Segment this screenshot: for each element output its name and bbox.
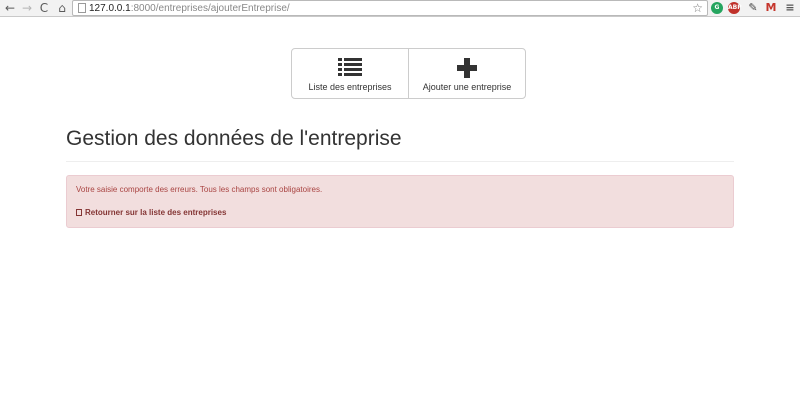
back-arrow-icon — [76, 209, 82, 216]
alert-message: Votre saisie comporte des erreurs. Tous … — [76, 185, 323, 194]
back-to-list-label: Retourner sur la liste des entreprises — [85, 208, 227, 217]
page-icon — [78, 3, 86, 13]
add-entreprise-button[interactable]: Ajouter une entreprise — [408, 49, 525, 98]
error-alert: Votre saisie comporte des erreurs. Tous … — [66, 175, 734, 228]
bookmark-star-icon[interactable]: ☆ — [692, 1, 703, 15]
list-entreprises-button[interactable]: Liste des entreprises — [292, 49, 408, 98]
entreprise-actions: Liste des entreprises Ajouter une entrep… — [291, 48, 526, 99]
gmail-icon[interactable]: M — [765, 2, 777, 14]
address-bar[interactable]: 127.0.0.1:8000/entreprises/ajouterEntrep… — [72, 0, 708, 16]
adblock-icon[interactable]: ABP — [728, 2, 742, 14]
add-entreprise-label: Ajouter une entreprise — [422, 82, 512, 92]
list-icon — [338, 58, 362, 77]
back-to-list-link[interactable]: Retourner sur la liste des entreprises — [76, 208, 226, 217]
browser-toolbar: ← → C ⌂ 127.0.0.1:8000/entreprises/ajout… — [0, 0, 800, 17]
forward-arrow-icon[interactable]: → — [21, 2, 33, 14]
pen-icon[interactable]: ✎ — [747, 2, 759, 14]
home-icon[interactable]: ⌂ — [56, 2, 68, 14]
title-divider — [66, 161, 734, 162]
page-title: Gestion des données de l'entreprise — [66, 127, 402, 150]
grammarly-icon[interactable]: G — [711, 2, 723, 14]
reload-icon[interactable]: C — [38, 2, 50, 14]
plus-icon — [457, 58, 477, 78]
back-arrow-icon[interactable]: ← — [4, 2, 16, 14]
menu-icon[interactable]: ≡ — [784, 2, 796, 14]
list-entreprises-label: Liste des entreprises — [308, 82, 392, 92]
url-text[interactable]: 127.0.0.1:8000/entreprises/ajouterEntrep… — [89, 2, 290, 15]
